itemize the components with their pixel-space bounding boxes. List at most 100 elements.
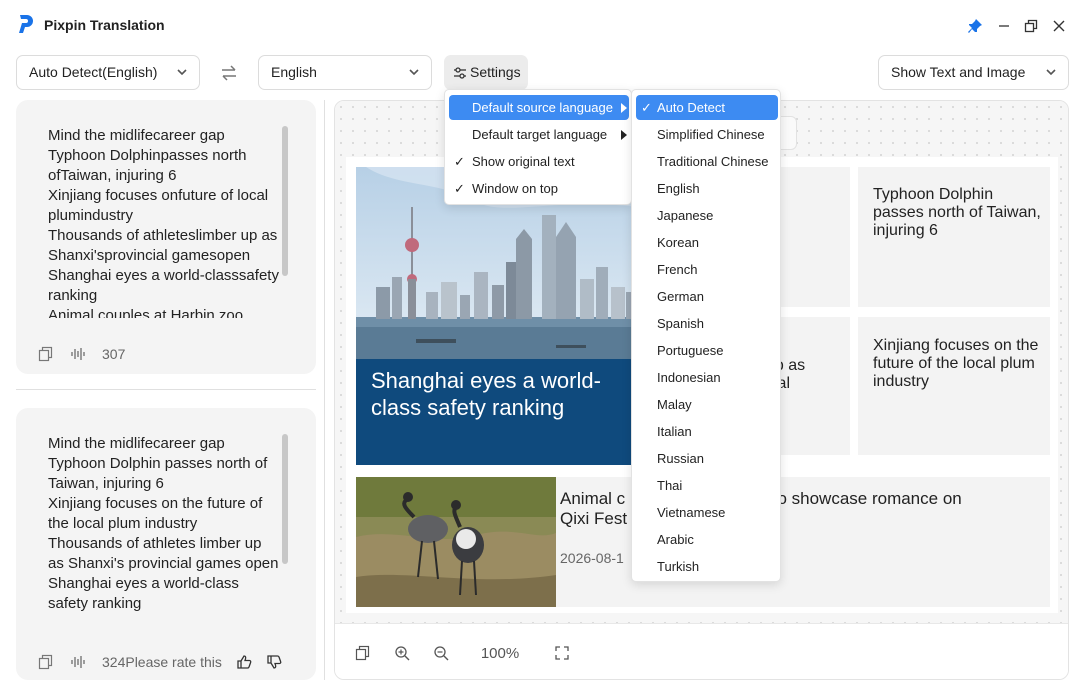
language-option-portuguese[interactable]: Portuguese	[636, 338, 778, 363]
settings-label: Settings	[470, 64, 521, 80]
target-language-select[interactable]: English	[258, 55, 432, 90]
language-option-label: Thai	[657, 478, 683, 493]
menu-item-window-on-top[interactable]: ✓ Window on top	[449, 176, 629, 201]
minimize-icon[interactable]	[994, 16, 1014, 36]
title-bar: Pixpin Translation	[0, 0, 1085, 52]
settings-menu: Default source language Default target l…	[444, 89, 632, 205]
display-mode-select[interactable]: Show Text and Image	[878, 55, 1069, 90]
submenu-arrow-icon	[621, 130, 627, 140]
check-icon: ✓	[454, 181, 465, 196]
language-option-korean[interactable]: Korean	[636, 230, 778, 255]
language-option-arabic[interactable]: Arabic	[636, 527, 778, 552]
result-char-count: 324	[102, 654, 126, 670]
swap-icon[interactable]	[218, 62, 240, 84]
app-title: Pixpin Translation	[44, 17, 165, 33]
language-option-label: Vietnamese	[657, 505, 726, 520]
source-text-panel: Mind the midlifecareer gap Typhoon Dolph…	[16, 100, 316, 374]
chevron-down-icon	[1046, 69, 1056, 76]
panel-divider	[16, 389, 316, 390]
menu-item-default-source-language[interactable]: Default source language	[449, 95, 629, 120]
zoom-level: 100%	[480, 644, 520, 662]
submenu-arrow-icon	[621, 103, 627, 113]
language-option-label: Auto Detect	[657, 100, 725, 115]
language-option-russian[interactable]: Russian	[636, 446, 778, 471]
result-footer: 324 Please rate this	[38, 652, 308, 672]
audio-wave-icon[interactable]	[70, 654, 86, 670]
zoom-out-icon[interactable]	[433, 644, 449, 662]
animal-title-left: Animal c Qixi Fest	[560, 489, 628, 528]
language-option-label: Traditional Chinese	[657, 154, 769, 169]
language-option-turkish[interactable]: Turkish	[636, 554, 778, 579]
pixpin-logo-icon	[19, 15, 33, 33]
source-char-count: 307	[102, 346, 126, 362]
language-option-label: Russian	[657, 451, 704, 466]
language-option-vietnamese[interactable]: Vietnamese	[636, 500, 778, 525]
source-language-value: Auto Detect(English)	[29, 64, 158, 80]
language-option-italian[interactable]: Italian	[636, 419, 778, 444]
thumbs-down-icon[interactable]	[266, 654, 282, 670]
language-option-traditional-chinese[interactable]: Traditional Chinese	[636, 149, 778, 174]
chevron-down-icon	[177, 69, 187, 76]
menu-item-label: Default source language	[472, 100, 613, 115]
language-option-label: Korean	[657, 235, 699, 250]
language-option-german[interactable]: German	[636, 284, 778, 309]
result-scrollbar[interactable]	[282, 434, 288, 564]
rate-prompt: Please rate this	[125, 654, 222, 670]
source-language-select[interactable]: Auto Detect(English)	[16, 55, 200, 90]
hero-story[interactable]: Shanghai eyes a world-class safety ranki…	[356, 167, 638, 465]
fullscreen-icon[interactable]	[554, 644, 570, 662]
cranes-image	[356, 477, 556, 607]
language-option-label: Japanese	[657, 208, 714, 223]
language-option-french[interactable]: French	[636, 257, 778, 282]
language-option-label: Spanish	[657, 316, 704, 331]
story-tile-typhoon-text: Typhoon Dolphin passes north of Taiwan, …	[873, 186, 1041, 239]
language-option-label: Indonesian	[657, 370, 721, 385]
vertical-divider	[324, 100, 325, 680]
story-tile-typhoon[interactable]: Typhoon Dolphin passes north of Taiwan, …	[858, 167, 1050, 307]
language-option-english[interactable]: English	[636, 176, 778, 201]
menu-item-label: Show original text	[472, 154, 575, 169]
language-option-spanish[interactable]: Spanish	[636, 311, 778, 336]
language-option-auto-detect[interactable]: ✓ Auto Detect	[636, 95, 778, 120]
language-option-japanese[interactable]: Japanese	[636, 203, 778, 228]
settings-button[interactable]: Settings	[444, 55, 528, 90]
preview-toolbar: 100%	[335, 623, 1068, 679]
thumbs-up-icon[interactable]	[236, 654, 252, 670]
source-scrollbar[interactable]	[282, 126, 288, 276]
close-icon[interactable]	[1049, 16, 1069, 36]
audio-wave-icon[interactable]	[70, 346, 86, 362]
source-language-submenu: ✓ Auto Detect Simplified Chinese Traditiona…	[631, 89, 781, 582]
story-tile-xinjiang-text: Xinjiang focuses on the future of the lo…	[873, 337, 1039, 390]
target-language-value: English	[271, 64, 317, 80]
language-option-label: Turkish	[657, 559, 700, 574]
copy-icon[interactable]	[38, 346, 54, 362]
restore-icon[interactable]	[1021, 16, 1041, 36]
hero-caption: Shanghai eyes a world-class safety ranki…	[371, 368, 601, 420]
check-icon: ✓	[454, 154, 465, 169]
menu-item-label: Default target language	[472, 127, 608, 142]
menu-item-show-original-text[interactable]: ✓ Show original text	[449, 149, 629, 174]
check-icon: ✓	[641, 100, 652, 115]
language-option-thai[interactable]: Thai	[636, 473, 778, 498]
translation-text[interactable]: Mind the midlifecareer gap Typhoon Dolph…	[48, 434, 280, 626]
language-option-label: Arabic	[657, 532, 694, 547]
language-option-indonesian[interactable]: Indonesian	[636, 365, 778, 390]
language-option-simplified-chinese[interactable]: Simplified Chinese	[636, 122, 778, 147]
copy-icon[interactable]	[38, 654, 54, 670]
copy-icon[interactable]	[355, 644, 371, 662]
pin-icon[interactable]	[965, 16, 985, 36]
language-option-label: French	[657, 262, 698, 277]
zoom-in-icon[interactable]	[394, 644, 410, 662]
story-tile-xinjiang[interactable]: Xinjiang focuses on the future of the lo…	[858, 317, 1050, 455]
language-option-label: German	[657, 289, 704, 304]
display-mode-value: Show Text and Image	[891, 64, 1026, 80]
source-text[interactable]: Mind the midlifecareer gap Typhoon Dolph…	[48, 126, 280, 318]
language-option-label: Simplified Chinese	[657, 127, 765, 142]
language-option-label: Portuguese	[657, 343, 724, 358]
animal-date: 2026-08-1	[560, 550, 624, 566]
language-option-malay[interactable]: Malay	[636, 392, 778, 417]
menu-item-default-target-language[interactable]: Default target language	[449, 122, 629, 147]
translation-result-panel: Mind the midlifecareer gap Typhoon Dolph…	[16, 408, 316, 680]
source-footer: 307	[38, 344, 125, 364]
settings-sliders-icon	[454, 67, 466, 79]
